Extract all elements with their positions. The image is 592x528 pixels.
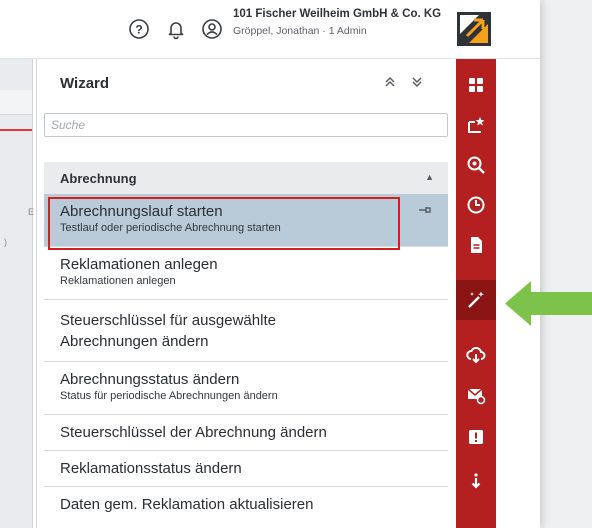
background-accent-line	[0, 129, 32, 131]
clock-icon[interactable]	[456, 185, 496, 225]
item-title: Daten gem. Reklamation aktualisieren	[60, 496, 314, 513]
background-toolbar	[0, 90, 32, 115]
alert-icon[interactable]	[456, 417, 496, 457]
user-name[interactable]: Gröppel, Jonathan · 1 Admin	[233, 25, 367, 37]
bell-icon[interactable]	[165, 18, 187, 40]
top-header: ? 101 Fischer Weilheim GmbH & Co. KG Grö…	[0, 0, 540, 59]
pin-icon[interactable]	[418, 204, 432, 218]
background-text-fragment: )	[4, 237, 7, 247]
annotation-arrow-icon	[505, 281, 592, 326]
download-more-icon[interactable]	[456, 461, 496, 501]
svg-text:?: ?	[135, 23, 142, 37]
wizard-item-list: Abrechnungslauf starten Testlauf oder pe…	[44, 194, 448, 523]
background-text-fragment: E	[28, 207, 35, 217]
search-input[interactable]	[44, 113, 448, 137]
cloud-download-icon[interactable]	[456, 335, 496, 375]
wizard-panel: Wizard Abrechnung ▲ Abrechnungslauf star…	[36, 59, 455, 528]
collapse-caret-icon[interactable]: ▲	[425, 172, 434, 182]
group-header-abrechnung[interactable]: Abrechnung ▲	[44, 162, 448, 194]
item-title: Reklamationen anlegen	[60, 256, 218, 273]
wizard-wand-icon[interactable]	[456, 280, 496, 320]
expand-all-icon[interactable]	[411, 76, 423, 91]
wizard-item-abrechnungsstatus-aendern[interactable]: Abrechnungsstatus ändern Status für peri…	[44, 362, 448, 415]
document-icon[interactable]	[456, 225, 496, 265]
grid-icon[interactable]	[456, 65, 496, 105]
logo-icon	[457, 12, 491, 46]
item-title: Steuerschlüssel der Abrechnung ändern	[60, 424, 327, 441]
item-subtitle: Testlauf oder periodische Abrechnung sta…	[60, 222, 281, 234]
user-circle-icon[interactable]	[201, 18, 223, 40]
mail-settings-icon[interactable]	[456, 375, 496, 415]
help-icon[interactable]: ?	[128, 18, 150, 40]
right-sidebar	[456, 59, 496, 528]
company-name[interactable]: 101 Fischer Weilheim GmbH & Co. KG	[233, 8, 441, 20]
wizard-item-reklamationsstatus-aendern[interactable]: Reklamationsstatus ändern	[44, 451, 448, 487]
collapse-all-icon[interactable]	[384, 76, 396, 91]
item-subtitle: Status für periodische Abrechnungen ände…	[60, 390, 278, 402]
item-title: Steuerschlüssel für ausgewählte Abrechnu…	[60, 312, 276, 350]
item-title: Abrechnungsstatus ändern	[60, 371, 240, 388]
wizard-item-reklamationen-anlegen[interactable]: Reklamationen anlegen Reklamationen anle…	[44, 247, 448, 300]
group-label: Abrechnung	[60, 171, 137, 186]
wizard-item-steuerschluessel-ausgewaehlte[interactable]: Steuerschlüssel für ausgewählte Abrechnu…	[44, 300, 448, 362]
wizard-item-daten-aktualisieren[interactable]: Daten gem. Reklamation aktualisieren	[44, 487, 448, 523]
background-app-area: E )	[0, 59, 35, 528]
star-window-icon[interactable]	[456, 105, 496, 145]
wizard-title: Wizard	[60, 75, 110, 92]
item-title: Reklamationsstatus ändern	[60, 460, 242, 477]
item-subtitle: Reklamationen anlegen	[60, 275, 176, 287]
app-window: ? 101 Fischer Weilheim GmbH & Co. KG Grö…	[0, 0, 540, 528]
item-title: Abrechnungslauf starten	[60, 203, 223, 220]
wizard-item-steuerschluessel-abrechnung[interactable]: Steuerschlüssel der Abrechnung ändern	[44, 415, 448, 451]
wizard-item-abrechnungslauf-starten[interactable]: Abrechnungslauf starten Testlauf oder pe…	[44, 194, 448, 247]
zoom-icon[interactable]	[456, 145, 496, 185]
